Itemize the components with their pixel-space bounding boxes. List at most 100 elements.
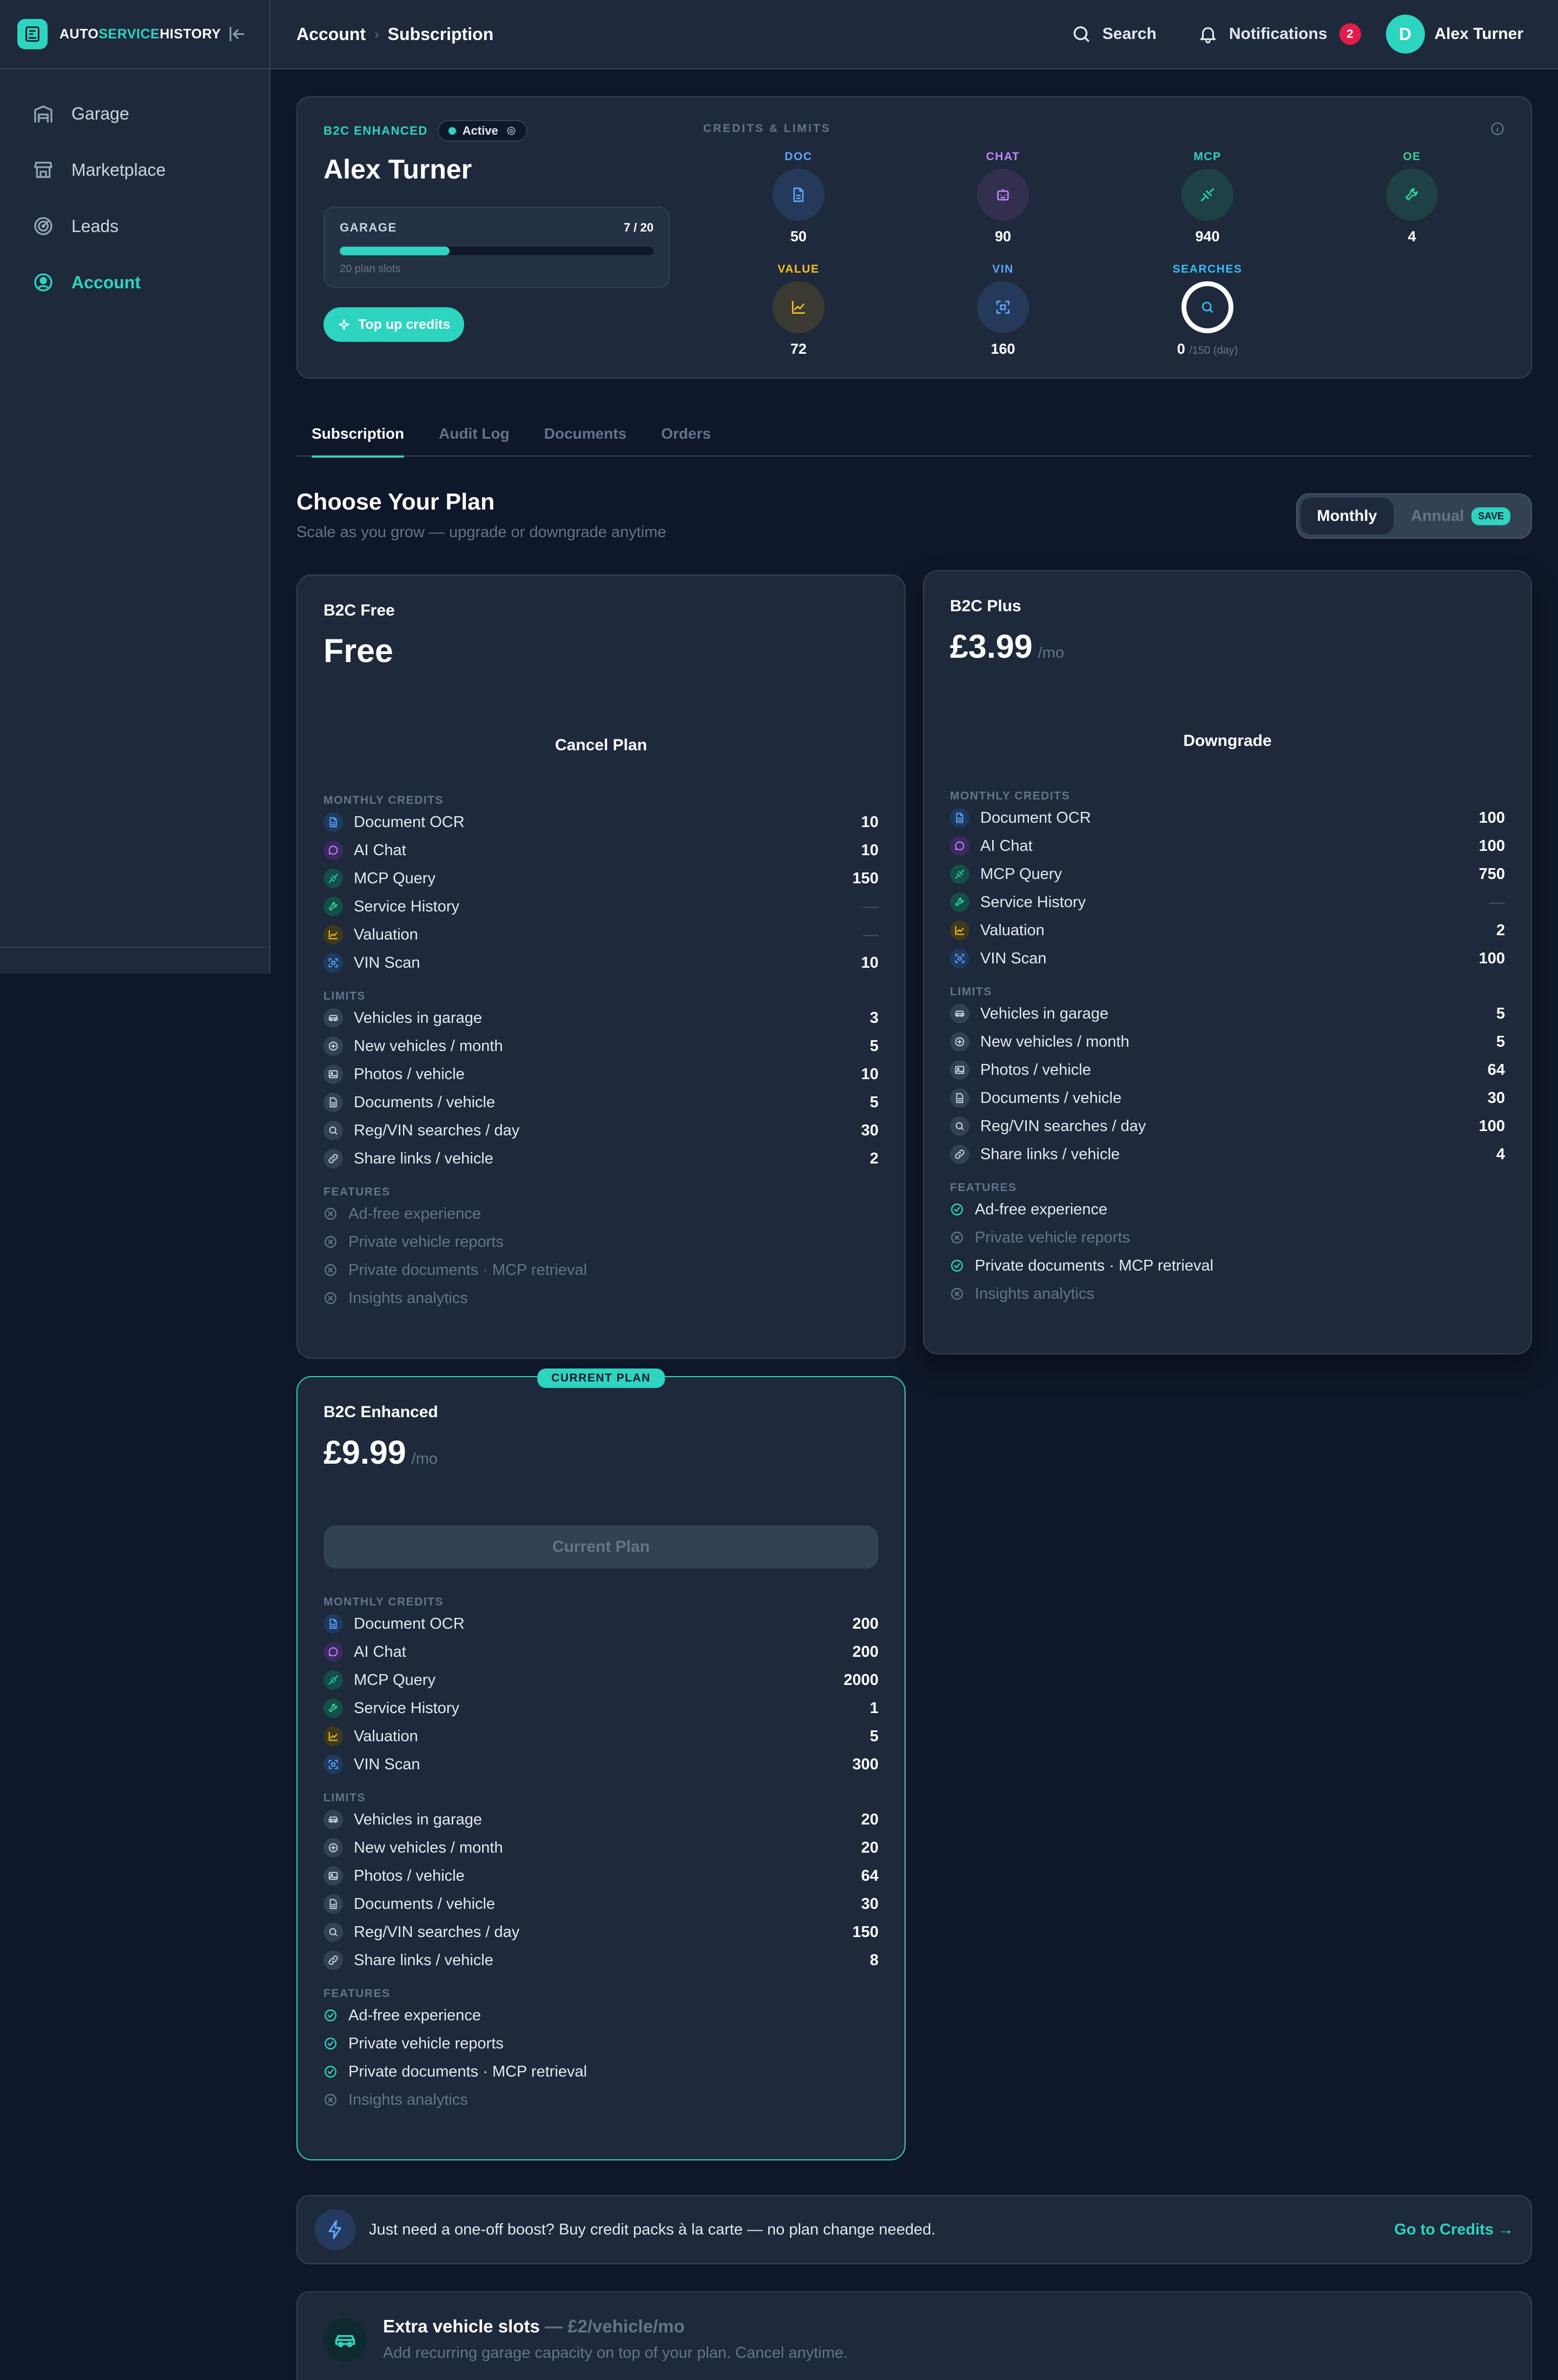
credit-oe-meter — [1386, 169, 1438, 221]
brand-logo-icon[interactable] — [17, 19, 48, 49]
wrench-icon — [324, 897, 343, 916]
sidebar-nav: Garage Marketplace Leads Account — [0, 69, 269, 327]
garage-progress-bar — [340, 247, 653, 255]
feature-row: Private vehicle reports — [324, 1228, 879, 1256]
search-icon — [324, 1922, 343, 1942]
credit-row: Document OCR 10 — [324, 808, 879, 836]
plan-card-plus: B2C Plus £3.99/mo Downgrade MONTHLY CREDITS… — [923, 570, 1532, 1354]
credit-mcp: MCP 940 — [1153, 150, 1262, 245]
sparkle-icon — [338, 319, 350, 330]
extra-slots-price: — £2/vehicle/mo — [539, 2316, 685, 2336]
document-icon — [793, 187, 804, 202]
feature-row: Private vehicle reports — [950, 1224, 1505, 1252]
go-to-credits-link[interactable]: Go to Credits → — [1394, 2221, 1514, 2239]
limit-row: Photos / vehicle 64 — [950, 1056, 1505, 1084]
document-icon — [950, 1088, 969, 1108]
notifications-button[interactable]: Notifications 2 — [1198, 23, 1361, 45]
brand-name[interactable]: AUTOSERVICEHISTORY — [60, 27, 221, 42]
feature-row: Insights analytics — [324, 1284, 879, 1312]
credit-row: Document OCR 200 — [324, 1610, 879, 1638]
sidebar-item-garage[interactable]: Garage — [0, 85, 269, 142]
credit-row: MCP Query 150 — [324, 864, 879, 892]
plan-action-button: Current Plan — [324, 1525, 879, 1569]
status-label: Active — [462, 124, 498, 137]
credit-label: DOC — [784, 150, 813, 163]
status-badge[interactable]: Active — [437, 120, 527, 142]
x-circle-icon — [325, 2094, 336, 2106]
plan-action-button[interactable]: Cancel Plan — [324, 724, 879, 767]
car-icon — [324, 1008, 343, 1028]
limit-row: Vehicles in garage 20 — [324, 1806, 879, 1834]
notifications-badge: 2 — [1339, 23, 1361, 45]
credit-value: 4 — [1408, 228, 1416, 244]
scan-icon — [324, 1755, 343, 1774]
plan-name: B2C Enhanced — [324, 1403, 438, 1421]
feature-row: Private documents · MCP retrieval — [324, 1256, 879, 1284]
wrench-icon — [1405, 188, 1418, 201]
bell-icon — [1200, 27, 1216, 44]
credit-value: 160 — [991, 341, 1015, 357]
credit-doc: DOC 50 — [744, 150, 853, 245]
credit-value-check: VALUE 72 — [744, 263, 853, 358]
plug-icon — [324, 1670, 343, 1690]
link-icon — [324, 1951, 343, 1970]
document-icon — [324, 812, 343, 832]
account-name: Alex Turner — [324, 154, 472, 184]
sidebar-item-marketplace[interactable]: Marketplace — [0, 142, 269, 198]
tab-subscription[interactable]: Subscription — [312, 412, 405, 458]
garage-count: 7 / 20 — [623, 221, 653, 234]
sidebar-footer-divider — [0, 947, 269, 948]
garage-label: GARAGE — [340, 221, 397, 234]
link-icon — [324, 1149, 343, 1168]
credits-limits-title: CREDITS & LIMITS — [703, 122, 831, 135]
sidebar-item-leads[interactable]: Leads — [0, 198, 269, 254]
credit-row: Document OCR 100 — [950, 804, 1505, 832]
car-icon — [324, 2318, 367, 2362]
plan-price: £3.99/mo — [950, 628, 1064, 665]
collapse-sidebar-icon[interactable] — [222, 19, 252, 49]
limit-row: New vehicles / month 5 — [950, 1028, 1505, 1056]
x-circle-icon — [325, 1236, 336, 1248]
chart-icon — [324, 1727, 343, 1746]
user-menu[interactable]: D Alex Turner — [1385, 15, 1523, 54]
target-icon — [34, 217, 52, 235]
credit-boost-banner: Just need a one-off boost? Buy credit pa… — [296, 2195, 1532, 2264]
sidebar-item-account[interactable]: Account — [0, 254, 269, 310]
car-icon — [950, 1004, 969, 1023]
breadcrumb-account[interactable]: Account — [296, 24, 366, 44]
feature-row: Ad-free experience — [324, 1200, 879, 1228]
credit-row: MCP Query 2000 — [324, 1666, 879, 1694]
lightning-icon — [315, 2209, 356, 2250]
plan-action-button[interactable]: Downgrade — [950, 719, 1505, 763]
current-plan-tag: B2C ENHANCED — [324, 124, 428, 137]
account-plan-panel: B2C ENHANCED Active Alex Turner GARAGE 7… — [324, 120, 670, 342]
toggle-annual[interactable]: Annual SAVE — [1394, 498, 1528, 534]
credit-row: VIN Scan 100 — [950, 944, 1505, 973]
scan-icon — [950, 949, 969, 968]
garage-progress-fill — [340, 247, 450, 255]
section-title-credits: MONTHLY CREDITS — [324, 1596, 444, 1608]
credit-label: CHAT — [986, 150, 1020, 163]
top-up-credits-button[interactable]: Top up credits — [324, 307, 465, 342]
garage-icon — [34, 105, 52, 123]
section-title-features: FEATURES — [324, 1987, 391, 2000]
credit-chat-meter — [977, 169, 1029, 221]
credit-doc-meter — [773, 169, 824, 221]
tab-documents[interactable]: Documents — [544, 412, 626, 457]
credit-row: MCP Query 750 — [950, 860, 1505, 888]
limit-row: Share links / vehicle 8 — [324, 1946, 879, 1974]
page-subtitle: Scale as you grow — upgrade or downgrade… — [296, 524, 666, 541]
chat-icon — [950, 836, 969, 856]
car-icon — [324, 1810, 343, 1829]
chart-icon — [792, 301, 805, 314]
chart-icon — [324, 925, 343, 944]
sidebar: AUTOSERVICEHISTORY Garage Marketplace Le… — [0, 0, 270, 974]
section-title-credits: MONTHLY CREDITS — [324, 794, 444, 806]
tab-audit-log[interactable]: Audit Log — [439, 412, 510, 457]
search-button[interactable]: Search — [1071, 24, 1157, 44]
plus-circle-icon — [950, 1032, 969, 1052]
tab-orders[interactable]: Orders — [661, 412, 711, 457]
info-icon[interactable] — [1490, 121, 1505, 136]
toggle-monthly[interactable]: Monthly — [1300, 498, 1394, 534]
breadcrumb: Account › Subscription — [296, 24, 493, 44]
